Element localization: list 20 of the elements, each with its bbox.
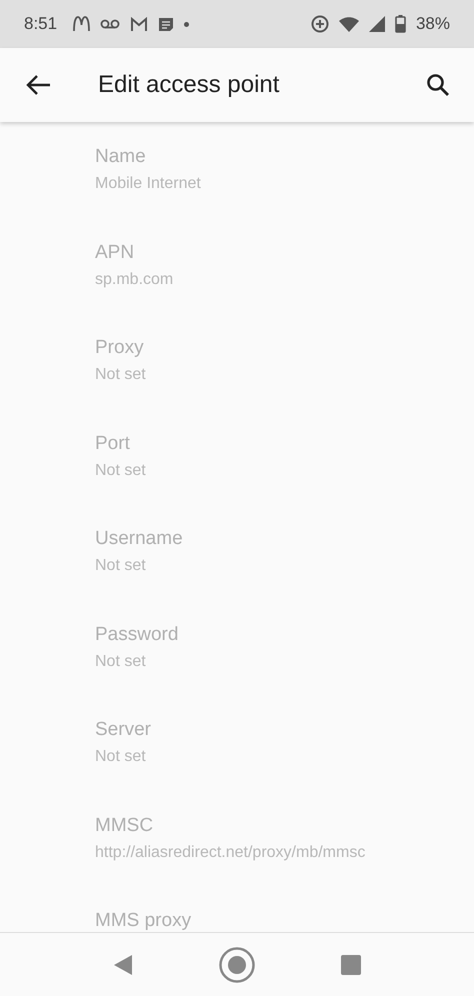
setting-value: Mobile Internet xyxy=(95,174,201,194)
setting-value: Not set xyxy=(95,365,146,385)
setting-value: Not set xyxy=(95,652,146,672)
battery-icon xyxy=(394,15,406,33)
screen-title: Edit access point xyxy=(98,71,280,99)
battery-percent: 38% xyxy=(416,14,450,34)
wifi-icon xyxy=(338,16,359,32)
setting-value: Not set xyxy=(95,747,146,767)
signal-icon xyxy=(368,16,385,32)
setting-value: Not set xyxy=(95,556,146,576)
news-icon xyxy=(158,16,174,32)
voicemail-icon xyxy=(100,18,120,30)
dot-icon xyxy=(184,22,190,26)
status-time: 8:51 xyxy=(24,14,58,34)
arches-icon xyxy=(73,16,90,32)
setting-value: Not set xyxy=(95,460,146,480)
mail-icon xyxy=(130,16,148,32)
setting-value: http://aliasredirect.net/proxy/mb/mmsc xyxy=(95,842,366,862)
setting-value: sp.mb.com xyxy=(95,270,174,290)
target-icon xyxy=(310,15,329,33)
